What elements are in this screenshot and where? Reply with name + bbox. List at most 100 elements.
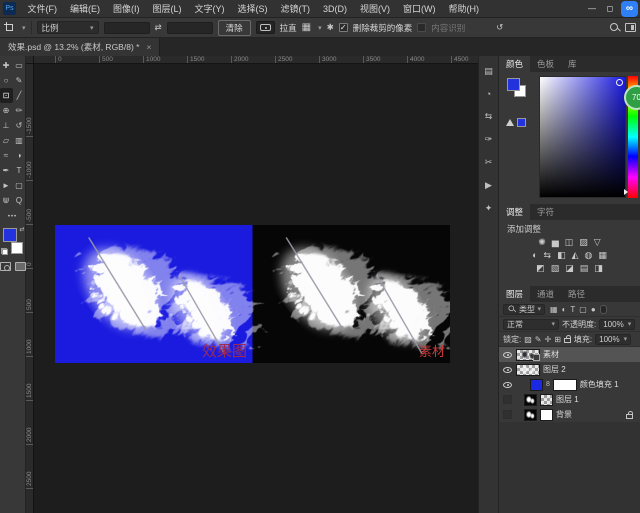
adjustment-icon[interactable]: ▧ — [551, 263, 560, 274]
adjustment-icon[interactable]: ◪ — [565, 263, 574, 274]
layer-mask-thumbnail[interactable] — [553, 379, 577, 391]
canvas-area[interactable]: 050010001500200025003000350040004500 -15… — [26, 56, 478, 513]
visibility-toggle[interactable] — [503, 395, 512, 404]
tab-layers[interactable]: 图层 — [499, 286, 530, 302]
adjustment-icon[interactable]: ◭ — [572, 250, 579, 261]
saturation-brightness-picker[interactable] — [539, 76, 626, 198]
ruler-origin[interactable] — [26, 56, 34, 64]
menu-item[interactable]: 文件(F) — [21, 0, 64, 17]
collapsed-actions-panel-icon[interactable]: ▶ — [485, 180, 492, 191]
menu-item[interactable]: 文字(Y) — [188, 0, 231, 17]
fill-layer-thumbnail[interactable] — [530, 379, 543, 391]
blend-mode-dropdown[interactable]: 正常 ▾ — [503, 319, 559, 330]
eyedropper-tool[interactable]: ╱ — [13, 88, 26, 103]
quick-selection-tool[interactable]: ✎ — [13, 73, 26, 88]
menu-item[interactable]: 图层(L) — [146, 0, 188, 17]
foreground-color-swatch[interactable] — [507, 78, 520, 91]
adjustment-icon[interactable]: ⇆ — [544, 250, 552, 261]
adjustment-icon[interactable]: ◩ — [536, 263, 545, 274]
artwork-image[interactable]: 效果图 素材 — [55, 225, 450, 363]
edit-toolbar-icon[interactable]: ••• — [8, 214, 17, 220]
menu-item[interactable]: 编辑(E) — [64, 0, 107, 17]
lock-transparency-icon[interactable]: ▨ — [524, 335, 532, 344]
search-icon[interactable] — [610, 23, 620, 33]
lock-position-icon[interactable]: ✛ — [545, 335, 552, 344]
hand-tool[interactable]: ⋓ — [0, 193, 13, 208]
adjustment-icon[interactable]: ▨ — [579, 237, 588, 248]
tab-adjustments[interactable]: 调整 — [499, 204, 530, 220]
lasso-tool[interactable]: ○ — [0, 73, 13, 88]
rectangle-tool[interactable]: ▢ — [13, 178, 26, 193]
eraser-tool[interactable]: ▱ — [0, 133, 13, 148]
visibility-toggle[interactable] — [503, 410, 512, 419]
layer-row-layer2[interactable]: 图层 2 — [499, 362, 640, 377]
dodge-tool[interactable]: ◑ — [13, 148, 26, 163]
crop-settings-gear-icon[interactable]: ✱ — [327, 22, 334, 33]
pen-tool[interactable]: ✒ — [0, 163, 13, 178]
adjustment-icon[interactable]: ▽ — [594, 237, 601, 248]
layer-row-sucai[interactable]: 素材 — [499, 347, 640, 362]
layer-row-layer1[interactable]: 图层 1 — [499, 392, 640, 407]
gamut-swatch[interactable] — [517, 118, 526, 127]
layer-thumbnail[interactable] — [524, 409, 537, 421]
tab-color[interactable]: 颜色 — [499, 56, 530, 72]
floating-app-badge-icon[interactable]: ∞ — [621, 1, 638, 17]
crop-width-input[interactable] — [104, 22, 150, 34]
tab-swatches[interactable]: 色板 — [530, 56, 561, 72]
adjustment-icon[interactable]: ▤ — [580, 263, 589, 274]
path-selection-tool[interactable]: ► — [0, 178, 13, 193]
history-brush-tool[interactable]: ↺ — [13, 118, 26, 133]
adjustment-icon[interactable]: ▦ — [598, 250, 607, 261]
quick-mask-icon[interactable] — [0, 262, 11, 271]
adjustment-icon[interactable]: ◧ — [557, 250, 566, 261]
workspace-switcher-icon[interactable] — [625, 23, 636, 32]
screen-mode-icon[interactable] — [15, 262, 26, 271]
layer-thumbnail[interactable] — [524, 394, 537, 406]
collapsed-tool-presets-panel-icon[interactable]: ✂ — [485, 157, 493, 168]
adjustment-icon[interactable]: ◨ — [594, 263, 603, 274]
overlay-grid-icon[interactable]: ▦ — [302, 22, 311, 33]
move-tool[interactable]: ✚ — [0, 58, 13, 73]
layer-thumbnail[interactable] — [516, 349, 540, 361]
adjustment-icon[interactable]: ▅ — [552, 237, 559, 248]
tab-channels[interactable]: 通道 — [530, 286, 561, 302]
spot-healing-tool[interactable]: ⊕ — [0, 103, 13, 118]
gradient-tool[interactable]: ▥ — [13, 133, 26, 148]
minimize-button[interactable]: — — [585, 4, 599, 13]
filter-type-layers-icon[interactable]: T — [570, 305, 575, 314]
menu-item[interactable]: 滤镜(T) — [274, 0, 317, 17]
layer-row-background[interactable]: 背景 — [499, 407, 640, 422]
smudge-tool[interactable]: ≈ — [0, 148, 13, 163]
layer-mask-thumbnail[interactable] — [540, 394, 553, 406]
delete-cropped-checkbox[interactable]: ✓ — [339, 23, 348, 32]
layer-mask-thumbnail[interactable] — [540, 409, 553, 421]
filter-smart-objects-icon[interactable]: ● — [591, 305, 596, 314]
menu-item[interactable]: 窗口(W) — [397, 0, 443, 17]
layer-thumbnail[interactable] — [516, 364, 540, 376]
gamut-warning-icon[interactable] — [506, 119, 514, 126]
visibility-toggle[interactable] — [502, 364, 513, 375]
lock-artboard-icon[interactable]: ⊞ — [554, 335, 561, 344]
adjustment-icon[interactable]: ◫ — [565, 237, 574, 248]
reset-crop-icon[interactable]: ↺ — [496, 22, 503, 33]
visibility-toggle[interactable] — [502, 379, 513, 390]
zoom-tool[interactable]: Q — [13, 193, 26, 208]
straighten-button[interactable] — [256, 21, 275, 34]
lock-pixels-icon[interactable]: ✎ — [535, 335, 542, 344]
foreground-color-swatch[interactable] — [3, 228, 17, 242]
type-tool[interactable]: T — [13, 163, 26, 178]
maximize-button[interactable]: ◻ — [603, 4, 617, 13]
document-tab[interactable]: 效果.psd @ 13.2% (素材, RGB/8) * × — [0, 38, 160, 56]
fill-dropdown[interactable]: 100% ▾ — [595, 334, 631, 345]
marquee-tool[interactable]: ▭ — [13, 58, 26, 73]
swap-dimensions-icon[interactable]: ⇄ — [155, 22, 162, 33]
tab-paths[interactable]: 路径 — [561, 286, 592, 302]
collapsed-info-panel-icon[interactable]: ◔ — [486, 89, 491, 99]
menu-item[interactable]: 选择(S) — [231, 0, 274, 17]
visibility-toggle[interactable] — [502, 349, 513, 360]
tab-libraries[interactable]: 库 — [561, 56, 584, 72]
adjustment-icon[interactable]: ✺ — [538, 237, 546, 248]
crop-tool-options-icon[interactable] — [4, 22, 15, 33]
default-colors-icon[interactable] — [1, 248, 8, 255]
layer-row-colorfill[interactable]: 8 颜色填充 1 — [499, 377, 640, 392]
